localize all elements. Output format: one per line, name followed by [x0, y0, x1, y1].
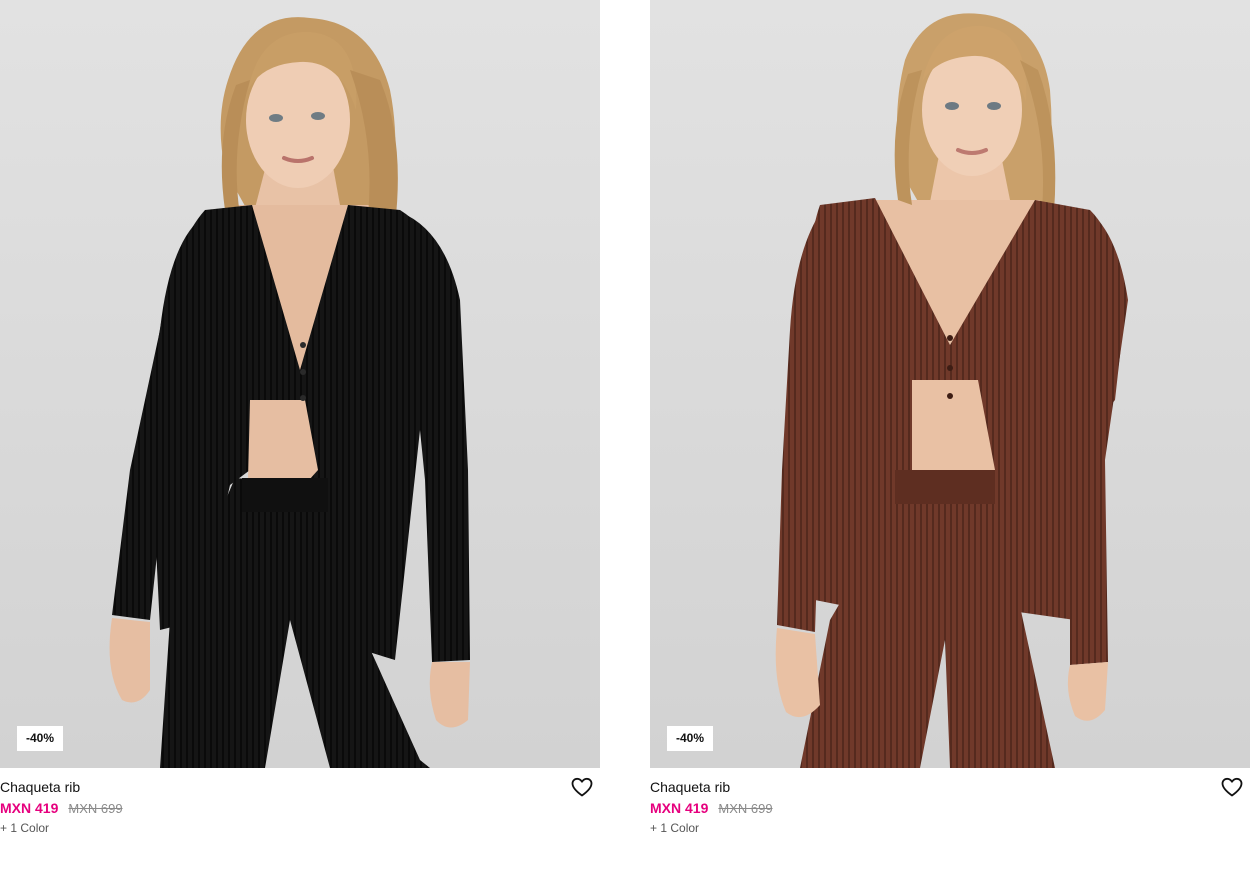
product-name[interactable]: Chaqueta rib [0, 779, 80, 795]
discount-badge: -40% [667, 726, 713, 751]
heart-outline-icon[interactable] [1220, 775, 1244, 799]
product-grid: -40% Chaqueta rib MXN 419 MXN 699 + 1 Col… [0, 0, 1250, 879]
product-card[interactable]: -40% Chaqueta rib MXN 419 MXN 699 + 1 Col… [650, 0, 1250, 879]
product-name[interactable]: Chaqueta rib [650, 779, 730, 795]
price-row: MXN 419 MXN 699 [0, 800, 123, 816]
original-price: MXN 699 [718, 801, 773, 816]
product-photo-illustration [0, 0, 600, 768]
original-price: MXN 699 [68, 801, 123, 816]
more-colors-link[interactable]: + 1 Color [650, 821, 699, 835]
price-row: MXN 419 MXN 699 [650, 800, 773, 816]
product-card[interactable]: -40% Chaqueta rib MXN 419 MXN 699 + 1 Col… [0, 0, 600, 879]
sale-price: MXN 419 [0, 800, 59, 816]
product-image[interactable]: -40% [650, 0, 1250, 768]
product-photo-illustration [650, 0, 1250, 768]
more-colors-link[interactable]: + 1 Color [0, 821, 49, 835]
product-image[interactable]: -40% [0, 0, 600, 768]
sale-price: MXN 419 [650, 800, 709, 816]
discount-badge: -40% [17, 726, 63, 751]
heart-outline-icon[interactable] [570, 775, 594, 799]
